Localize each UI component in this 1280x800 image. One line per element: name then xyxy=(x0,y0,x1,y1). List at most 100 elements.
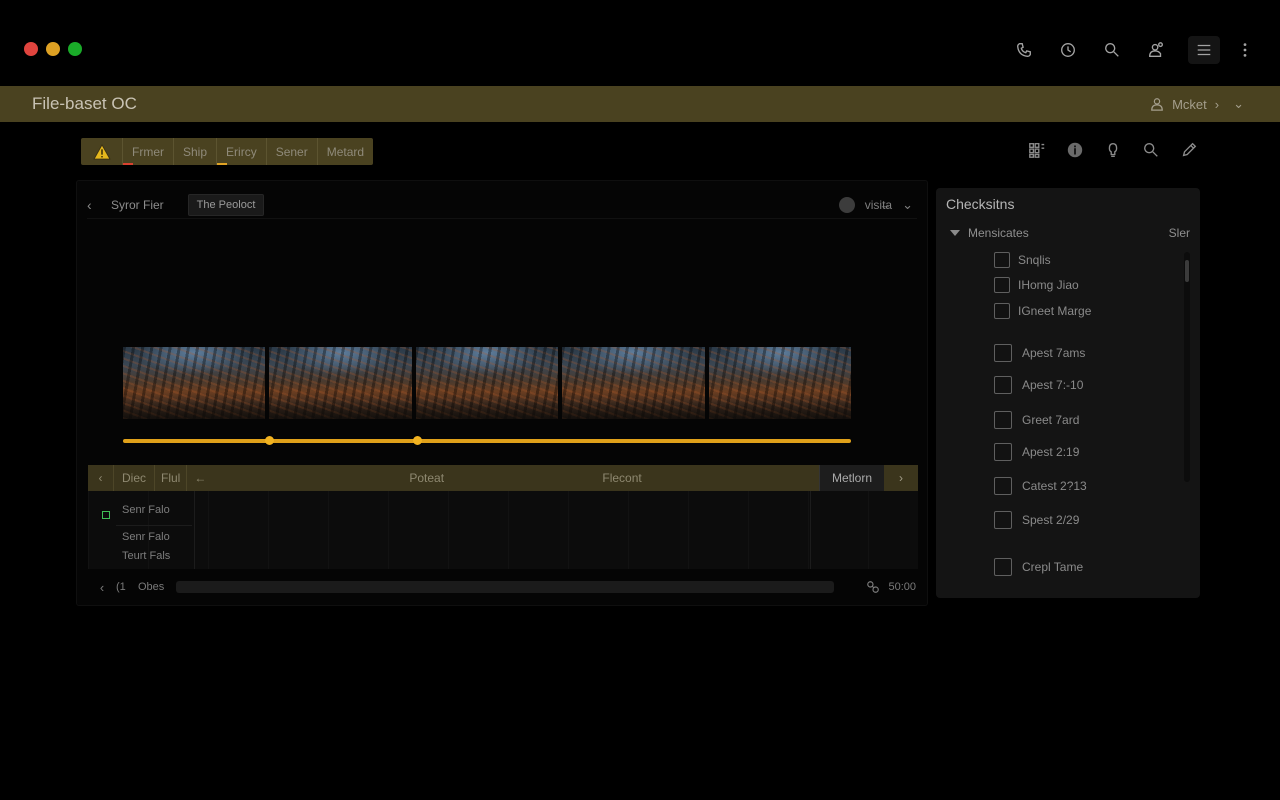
tracks-prev-button[interactable]: ‹ xyxy=(88,465,114,491)
film-frame[interactable] xyxy=(123,347,266,419)
scrub-bar[interactable] xyxy=(176,581,835,593)
search-icon[interactable] xyxy=(1132,138,1170,162)
tracks-col-3[interactable]: Poteat xyxy=(409,471,444,485)
checkbox[interactable] xyxy=(994,344,1012,362)
play-button[interactable]: (1 xyxy=(116,581,130,593)
back-chevron-icon[interactable]: ‹ xyxy=(87,197,103,213)
toolbar-item-3[interactable]: Erircy xyxy=(217,138,267,165)
main-toolbar: Frmer Ship Erircy Sener Metard xyxy=(81,138,374,165)
checklist-item-label: Apest 7:-10 xyxy=(1022,378,1084,392)
view-selector[interactable]: visit̶a ⌄ xyxy=(838,196,917,213)
medium-tab[interactable]: Metlorn xyxy=(818,465,884,491)
track-label[interactable]: Senr Falo xyxy=(122,531,170,543)
track-status-icon xyxy=(102,511,110,519)
back-chevron-icon[interactable]: ‹ xyxy=(88,580,116,595)
timeline-marker[interactable] xyxy=(413,436,422,445)
checklist-item-label: Apest 7ams xyxy=(1022,346,1086,360)
film-frame[interactable] xyxy=(269,347,412,419)
tracks-columns: Poteat Flecont xyxy=(213,465,819,491)
panel-title: Checksitns xyxy=(946,196,1015,212)
toolbar-item-2[interactable]: Ship xyxy=(174,138,218,165)
film-frame[interactable] xyxy=(415,347,559,419)
checklist-item[interactable]: IGneet Marge xyxy=(994,303,1091,319)
track-label[interactable]: Teurt Fals xyxy=(122,550,170,562)
checklist-item-label: Greet 7ard xyxy=(1022,413,1080,427)
filmstrip[interactable] xyxy=(123,347,852,419)
checkbox[interactable] xyxy=(994,477,1012,495)
phone-icon[interactable] xyxy=(1002,36,1046,64)
tracks-col-2[interactable]: Flul xyxy=(155,465,188,491)
checkbox[interactable] xyxy=(994,277,1010,293)
info-icon[interactable] xyxy=(1056,138,1094,162)
view-label: visit̶a xyxy=(864,197,893,212)
checkbox[interactable] xyxy=(994,511,1012,529)
checklist-item[interactable]: Crepl Tame xyxy=(994,558,1083,576)
search-icon[interactable] xyxy=(1090,36,1134,64)
divider xyxy=(810,491,811,569)
checkbox[interactable] xyxy=(994,443,1012,461)
checklist-item-label: IHomg Jiao xyxy=(1018,278,1079,292)
menu-icon[interactable] xyxy=(1188,36,1220,64)
clock-icon[interactable] xyxy=(1046,36,1090,64)
group-header[interactable]: Mensicates Sler xyxy=(950,226,1190,240)
checklist-item-label: Crepl Tame xyxy=(1022,560,1084,574)
chevron-down-icon: ⌄ xyxy=(902,196,913,212)
more-vertical-icon[interactable] xyxy=(1230,36,1260,64)
warning-icon xyxy=(92,143,111,160)
tracks-next-button[interactable]: › xyxy=(884,471,918,485)
checklist-item[interactable]: Spest 2/29 xyxy=(994,511,1079,529)
grid-icon[interactable] xyxy=(1018,138,1056,162)
track-label[interactable]: Senr Falo xyxy=(122,504,170,516)
checklist-item[interactable]: Greet 7ard xyxy=(994,411,1079,429)
checkbox[interactable] xyxy=(994,558,1012,576)
checklist-item[interactable]: Apest 2:19 xyxy=(994,443,1079,461)
project-chip[interactable]: The Peoloct xyxy=(187,193,265,216)
filter-label[interactable]: Sler xyxy=(1169,226,1190,240)
window-controls xyxy=(24,42,82,56)
checklist-item-label: Apest 2:19 xyxy=(1022,445,1080,459)
caret-down-icon xyxy=(950,230,960,236)
tracks-col-4[interactable]: Flecont xyxy=(602,471,641,485)
checklist-item[interactable]: Snqlis xyxy=(994,252,1051,268)
minimize-window-button[interactable] xyxy=(46,42,60,56)
toolbar-item-5[interactable]: Metard xyxy=(318,138,373,165)
link-icon xyxy=(867,581,880,593)
user-menu[interactable]: Mcket › ⌄ xyxy=(1150,96,1248,112)
film-frame[interactable] xyxy=(708,347,852,419)
bulb-icon[interactable] xyxy=(1094,138,1132,162)
checkbox[interactable] xyxy=(994,252,1010,268)
chevron-down-icon: ⌄ xyxy=(1233,96,1244,111)
globe-icon xyxy=(838,196,855,213)
pencil-icon[interactable] xyxy=(1170,138,1208,162)
time-readout: 50:00 xyxy=(866,580,918,594)
group-label: Mensicates xyxy=(968,226,1029,240)
arrow-left-icon[interactable]: ← xyxy=(187,465,213,491)
checkbox[interactable] xyxy=(994,411,1012,429)
close-window-button[interactable] xyxy=(24,42,38,56)
checkbox[interactable] xyxy=(994,303,1010,319)
checklist-item[interactable]: IHomg Jiao xyxy=(994,277,1079,293)
checklist-item[interactable]: Apest 7ams xyxy=(994,344,1085,362)
toolbar-item-1[interactable]: Frmer xyxy=(123,138,174,165)
breadcrumb[interactable]: Syror Fier xyxy=(111,198,164,212)
divider xyxy=(116,525,192,526)
timeline-track[interactable] xyxy=(123,436,851,445)
scrollbar[interactable] xyxy=(1184,252,1190,482)
playback-bar: ‹ (1 Obes 50:00 xyxy=(88,577,918,597)
warning-button[interactable] xyxy=(81,138,123,165)
user-settings-icon[interactable] xyxy=(1134,36,1178,64)
scrollbar-thumb[interactable] xyxy=(1185,260,1189,282)
checklist-item-label: IGneet Marge xyxy=(1018,304,1092,318)
checkbox[interactable] xyxy=(994,376,1012,394)
toolbar-item-4[interactable]: Sener xyxy=(267,138,318,165)
maximize-window-button[interactable] xyxy=(68,42,82,56)
checklist-item[interactable]: Catest 2?13 xyxy=(994,477,1087,495)
checklist-item[interactable]: Apest 7:-10 xyxy=(994,376,1083,394)
checklist-panel: Checksitns Mensicates Sler Snqlis IHomg … xyxy=(936,188,1200,598)
film-frame[interactable] xyxy=(562,347,705,419)
tracks-col-1[interactable]: Diec xyxy=(114,465,156,491)
timeline-marker[interactable] xyxy=(265,436,274,445)
tracks-body[interactable]: Senr Falo Senr Falo Teurt Fals xyxy=(88,491,918,569)
checklist-item-label: Snqlis xyxy=(1018,253,1051,267)
checklist-item-label: Catest 2?13 xyxy=(1022,479,1087,493)
